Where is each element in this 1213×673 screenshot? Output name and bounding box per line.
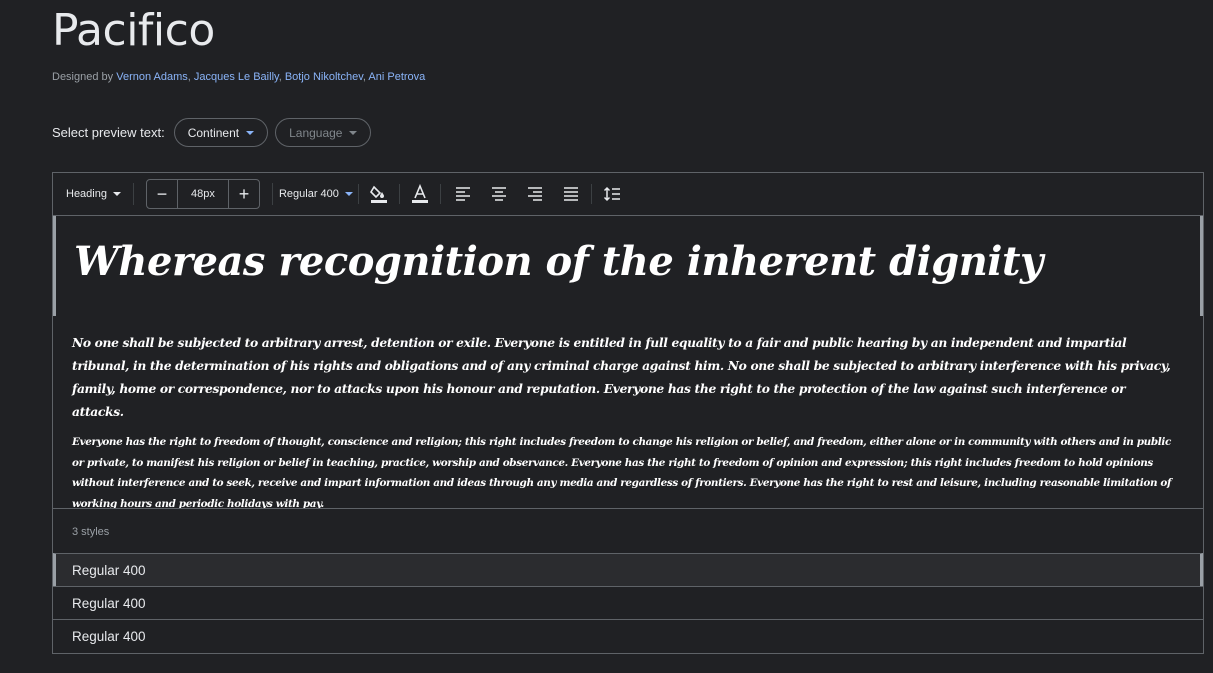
style-row[interactable]: Regular 400 [53, 553, 1203, 586]
fill-color-icon[interactable] [367, 182, 391, 206]
preview-text-label: Select preview text: [52, 125, 165, 140]
language-label: Language [289, 125, 343, 140]
style-label: Regular 400 [72, 628, 146, 644]
align-center-icon[interactable] [487, 182, 511, 206]
designer-credits: Designed by Vernon Adams, Jacques Le Bai… [52, 71, 426, 83]
style-label: Regular 400 [72, 562, 146, 578]
heading-preview[interactable]: Whereas recognition of the inherent dign… [53, 216, 1203, 316]
style-row[interactable]: Regular 400 [53, 619, 1203, 652]
toolbar-divider [590, 184, 592, 204]
paragraph-sample-text[interactable]: Everyone has the right to freedom of tho… [72, 432, 1175, 514]
designer-link[interactable]: Vernon Adams [116, 71, 188, 83]
designer-link[interactable]: Ani Petrova [368, 71, 425, 83]
toolbar-divider [271, 183, 273, 205]
style-row[interactable]: Regular 400 [53, 586, 1203, 619]
text-type-label: Heading [66, 188, 107, 200]
text-type-dropdown[interactable]: Heading [66, 188, 121, 200]
font-size-stepper: − 48px + [145, 179, 260, 209]
toolbar-divider [398, 184, 400, 204]
chevron-down-icon [246, 130, 255, 135]
styles-count: 3 styles [53, 508, 1203, 554]
align-justify-icon[interactable] [559, 182, 583, 206]
align-left-icon[interactable] [451, 182, 475, 206]
toolbar-divider [439, 184, 441, 204]
heading-sample-text: Whereas recognition of the inherent dign… [74, 238, 1043, 285]
weight-label: Regular 400 [278, 188, 339, 200]
weight-dropdown[interactable]: Regular 400 [279, 188, 353, 200]
toolbar-divider [357, 184, 359, 204]
chevron-down-icon [349, 130, 358, 135]
text-color-icon[interactable] [408, 182, 432, 206]
language-dropdown[interactable]: Language [275, 118, 372, 147]
increase-size-button[interactable]: + [229, 180, 259, 208]
preview-text-selector: Select preview text: Continent Language [52, 118, 378, 147]
font-size-value[interactable]: 48px [176, 180, 229, 208]
line-height-icon[interactable] [600, 182, 624, 206]
preview-panel: Heading − 48px + Regular 400 Whereas rec… [52, 172, 1204, 654]
chevron-down-icon [344, 192, 353, 196]
designer-link[interactable]: Jacques Le Bailly [194, 71, 279, 83]
designer-link[interactable]: Botjo Nikoltchev [285, 71, 363, 83]
preview-toolbar: Heading − 48px + Regular 400 [53, 173, 1203, 216]
decrease-size-button[interactable]: − [147, 180, 177, 208]
continent-label: Continent [187, 125, 240, 140]
style-label: Regular 400 [72, 595, 146, 611]
align-right-icon[interactable] [523, 182, 547, 206]
page-title: Pacifico [52, 5, 215, 56]
chevron-down-icon [112, 192, 121, 196]
paragraph-sample-text[interactable]: No one shall be subjected to arbitrary a… [72, 331, 1175, 423]
designed-by-label: Designed by [52, 71, 114, 83]
continent-dropdown[interactable]: Continent [173, 118, 269, 147]
toolbar-divider [132, 183, 134, 205]
font-detail-page: Pacifico Designed by Vernon Adams, Jacqu… [0, 0, 1213, 673]
